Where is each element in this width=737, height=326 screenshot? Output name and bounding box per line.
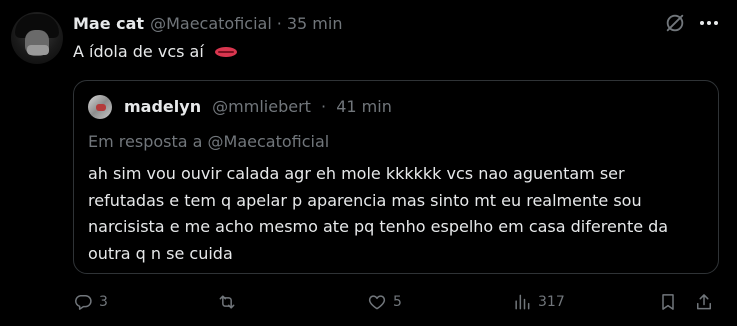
more-icon[interactable] [697, 13, 721, 33]
views-count: 317 [538, 294, 565, 310]
quoted-tweet-text: ah sim vou ouvir calada agr eh mole kkkk… [88, 164, 669, 263]
tweet-text: A ídola de vcs aí [73, 42, 204, 61]
tweet-header: Mae cat @Maecatoficial · 35 min [73, 11, 342, 35]
share-button[interactable] [694, 290, 714, 314]
share-icon [697, 294, 711, 310]
quoted-tweet[interactable]: madelyn @mmliebert · 41 min Em resposta … [73, 80, 719, 274]
quoted-tweet-header: madelyn @mmliebert · 41 min [124, 97, 392, 117]
reply-count: 3 [99, 294, 108, 310]
separator-dot: · [276, 13, 282, 33]
more-dot [700, 21, 704, 25]
quoted-author-avatar[interactable] [88, 95, 112, 119]
reply-context: Em resposta a @Maecatoficial [88, 132, 330, 151]
tweet-text-block: A ídola de vcs aí [73, 41, 237, 63]
avatar-hand [27, 45, 49, 55]
like-button[interactable]: 5 [367, 290, 402, 314]
bookmark-icon [662, 294, 674, 310]
heart-icon [368, 295, 386, 310]
bookmark-button[interactable] [658, 290, 678, 314]
views-button[interactable]: 317 [512, 290, 565, 314]
quoted-author-handle: @mmliebert [212, 97, 311, 116]
tweet-time[interactable]: 35 min [287, 14, 343, 33]
lips-emoji [214, 47, 237, 57]
retweet-icon [219, 295, 235, 309]
author-handle[interactable]: @Maecatoficial [150, 14, 272, 33]
grok-icon[interactable] [664, 12, 686, 34]
like-count: 5 [393, 294, 402, 310]
author-name[interactable]: Mae cat [73, 14, 144, 33]
views-icon [515, 294, 530, 310]
more-dot [707, 21, 711, 25]
author-avatar[interactable] [11, 12, 63, 64]
reply-icon [75, 295, 92, 310]
reply-button[interactable]: 3 [73, 290, 108, 314]
retweet-button[interactable] [217, 290, 243, 314]
quoted-tweet-time: 41 min [336, 97, 392, 116]
more-dot [714, 21, 718, 25]
action-bar: 3 5 317 [73, 290, 721, 314]
quoted-author-name: madelyn [124, 97, 202, 116]
separator-dot: · [321, 97, 327, 116]
